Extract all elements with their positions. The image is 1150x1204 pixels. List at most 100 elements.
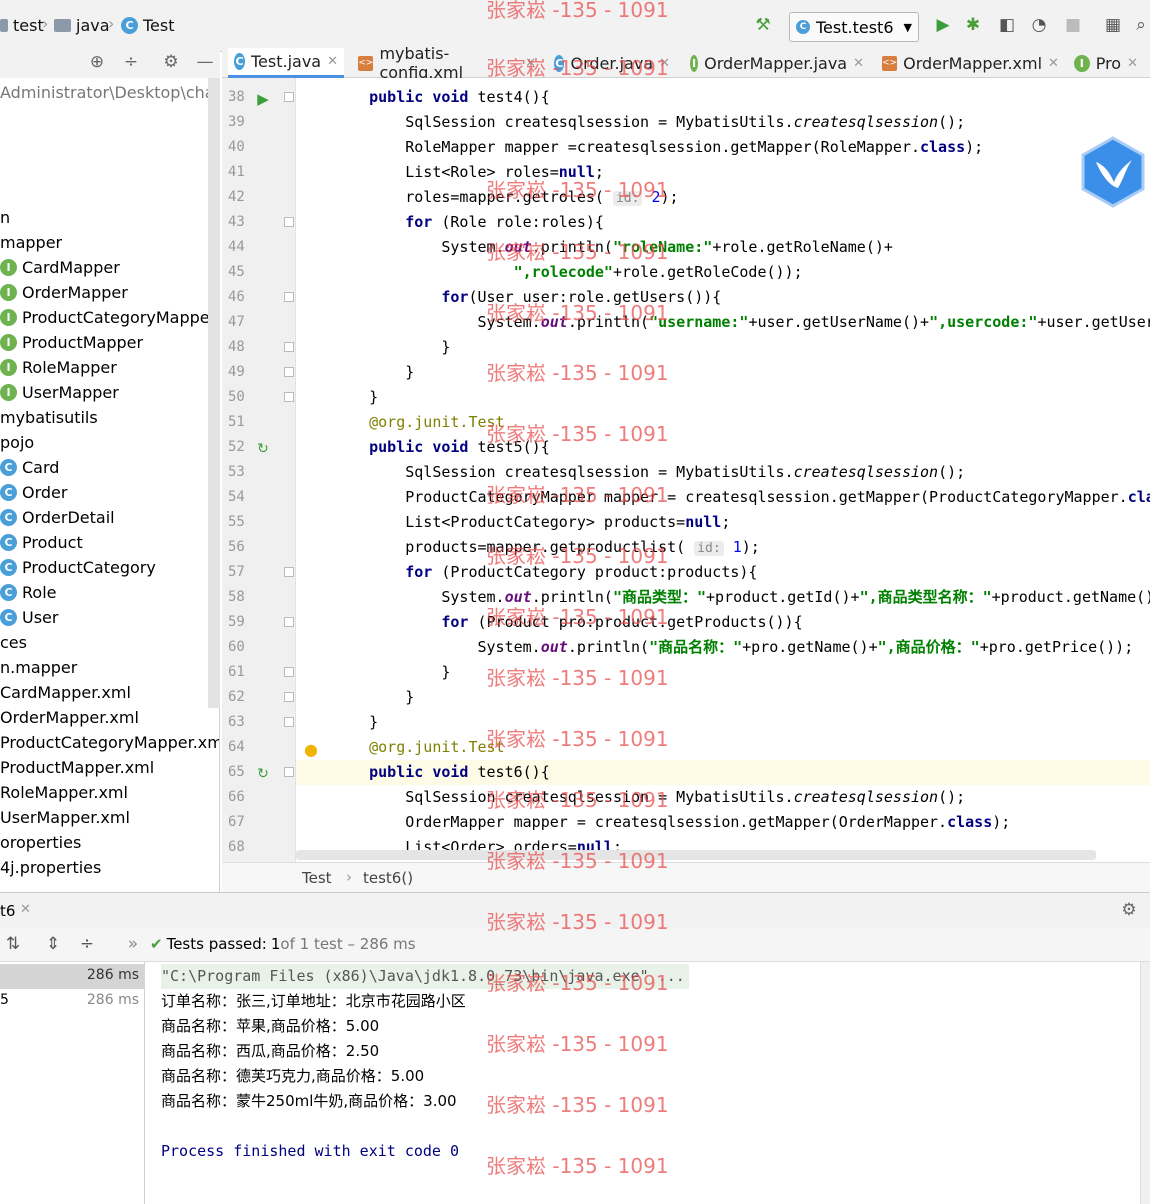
collapse-all-icon[interactable]: ÷ bbox=[76, 933, 98, 955]
code-token: ",usercode:" bbox=[929, 313, 1038, 331]
tree-item[interactable]: n bbox=[0, 205, 10, 230]
code-line: } bbox=[333, 335, 450, 360]
stop-icon[interactable]: ■ bbox=[1062, 14, 1084, 36]
tree-item[interactable]: oroperties bbox=[0, 830, 81, 855]
project-structure-icon[interactable]: ▦ bbox=[1102, 14, 1124, 36]
test-results-tree: 286 ms 5 286 ms bbox=[0, 962, 145, 1204]
code-token: "roleName:" bbox=[612, 238, 713, 256]
tree-item[interactable]: pojo bbox=[0, 430, 34, 455]
tree-item[interactable]: ces bbox=[0, 630, 27, 655]
collapse-all-icon[interactable]: ÷ bbox=[120, 51, 142, 73]
code-token: .println( bbox=[531, 588, 613, 606]
rerun-test-gutter-icon[interactable]: ↻ bbox=[254, 440, 272, 458]
tab-mybatis-config[interactable]: <> mybatis-config.xml ✕ bbox=[352, 44, 542, 82]
tree-item[interactable]: I RoleMapper bbox=[0, 355, 117, 380]
search-everywhere-icon[interactable]: ⌕ bbox=[1130, 14, 1150, 36]
fold-marker[interactable] bbox=[284, 292, 294, 302]
tree-item[interactable]: C Product bbox=[0, 530, 83, 555]
project-path: Administrator\Desktop\chat04 bbox=[0, 80, 219, 105]
tree-item[interactable]: I ProductCategoryMapper bbox=[0, 305, 216, 330]
rerun-test-gutter-icon[interactable]: ↻ bbox=[254, 765, 272, 783]
tree-item[interactable]: 4j.properties bbox=[0, 855, 101, 880]
editor-horizontal-scrollbar[interactable] bbox=[296, 850, 1096, 860]
fold-marker[interactable] bbox=[284, 617, 294, 627]
fold-marker[interactable] bbox=[284, 392, 294, 402]
console-scrollbar[interactable] bbox=[1140, 962, 1150, 1204]
tree-item[interactable]: I ProductMapper bbox=[0, 330, 143, 355]
nav-crumb-test[interactable]: test bbox=[0, 16, 44, 35]
line-number: 52 bbox=[228, 439, 245, 455]
tree-item[interactable]: OrderMapper.xml bbox=[0, 705, 139, 730]
fold-marker[interactable] bbox=[284, 717, 294, 727]
close-icon[interactable]: ✕ bbox=[1048, 56, 1059, 71]
expand-all-icon[interactable]: ⇕ bbox=[42, 933, 64, 955]
close-icon[interactable]: ✕ bbox=[20, 902, 31, 917]
fold-marker[interactable] bbox=[284, 692, 294, 702]
tab-pro[interactable]: I Pro ✕ bbox=[1068, 48, 1144, 78]
fold-marker[interactable] bbox=[284, 342, 294, 352]
code-token: createsqlsession bbox=[793, 463, 939, 481]
more-icon[interactable]: » bbox=[122, 933, 144, 955]
fold-marker[interactable] bbox=[284, 92, 294, 102]
bird-icon[interactable] bbox=[1080, 136, 1146, 208]
close-icon[interactable]: ✕ bbox=[525, 56, 536, 71]
tree-item[interactable]: ProductCategoryMapper.xml bbox=[0, 730, 219, 755]
tree-item[interactable]: C Card bbox=[0, 455, 59, 480]
tree-item[interactable]: C OrderDetail bbox=[0, 505, 115, 530]
run-icon[interactable]: ▶ bbox=[932, 14, 954, 36]
fold-marker[interactable] bbox=[284, 217, 294, 227]
tree-item[interactable]: C ProductCategory bbox=[0, 555, 156, 580]
close-icon[interactable]: ✕ bbox=[659, 56, 670, 71]
run-configuration-select[interactable]: C Test.test6 ▼ bbox=[789, 12, 919, 42]
close-icon[interactable]: ✕ bbox=[853, 56, 864, 71]
nav-crumb-test-class[interactable]: C Test bbox=[121, 16, 175, 35]
fold-marker[interactable] bbox=[284, 667, 294, 677]
nav-crumb-java[interactable]: java bbox=[54, 16, 110, 35]
tree-item[interactable]: I OrderMapper bbox=[0, 280, 128, 305]
tree-item[interactable]: UserMapper.xml bbox=[0, 805, 130, 830]
profile-icon[interactable]: ◔ bbox=[1028, 14, 1050, 36]
close-icon[interactable]: ✕ bbox=[327, 54, 338, 69]
tab-ordermapper-java[interactable]: I OrderMapper.java ✕ bbox=[684, 48, 870, 78]
test-tree-row[interactable]: 5 286 ms bbox=[0, 989, 145, 1014]
fold-marker[interactable] bbox=[284, 767, 294, 777]
breadcrumb-class[interactable]: Test bbox=[302, 869, 332, 887]
tab-test-java[interactable]: C Test.java ✕ bbox=[228, 48, 344, 78]
console-output[interactable]: "C:\Program Files (x86)\Java\jdk1.8.0_73… bbox=[145, 962, 1150, 1204]
test-tree-row[interactable]: 286 ms bbox=[0, 964, 145, 989]
breadcrumb-method[interactable]: test6() bbox=[363, 869, 413, 887]
debug-icon[interactable]: ✱ bbox=[962, 14, 984, 36]
coverage-icon[interactable]: ◧ bbox=[996, 14, 1018, 36]
tab-order-java[interactable]: C Order.java ✕ bbox=[548, 48, 676, 78]
code-line: System.out.println("roleName:"+role.getR… bbox=[333, 235, 893, 260]
close-icon[interactable]: ✕ bbox=[1127, 56, 1138, 71]
run-tab-label[interactable]: t6 bbox=[0, 902, 15, 920]
tree-item[interactable]: mapper bbox=[0, 230, 62, 255]
tree-item[interactable]: CardMapper.xml bbox=[0, 680, 131, 705]
class-icon: C bbox=[0, 609, 17, 626]
tree-item[interactable]: mybatisutils bbox=[0, 405, 98, 430]
project-scrollbar[interactable] bbox=[208, 78, 220, 708]
tree-item[interactable]: C User bbox=[0, 605, 58, 630]
fold-marker[interactable] bbox=[284, 367, 294, 377]
tree-item[interactable]: I CardMapper bbox=[0, 255, 120, 280]
tree-item[interactable]: n.mapper bbox=[0, 655, 77, 680]
lightbulb-icon[interactable]: ● bbox=[302, 740, 320, 759]
gear-icon[interactable]: ⚙ bbox=[160, 51, 182, 73]
run-test-gutter-icon[interactable]: ▶ bbox=[254, 90, 272, 108]
code-token: } bbox=[333, 363, 415, 381]
tree-item[interactable]: RoleMapper.xml bbox=[0, 780, 128, 805]
locate-target-icon[interactable]: ⊕ bbox=[86, 51, 108, 73]
tree-item[interactable]: C Role bbox=[0, 580, 56, 605]
tree-item[interactable]: ProductMapper.xml bbox=[0, 755, 154, 780]
code-editor[interactable]: 38 39 40 41 42 43 44 45 46 47 48 49 50 51 52 53 54 55 56 57… bbox=[222, 78, 1150, 862]
sort-icon[interactable]: ⇅ bbox=[2, 933, 24, 955]
fold-marker[interactable] bbox=[284, 567, 294, 577]
minimize-icon[interactable]: — bbox=[194, 51, 216, 73]
tab-ordermapper-xml[interactable]: <> OrderMapper.xml ✕ bbox=[876, 48, 1060, 78]
tree-item[interactable]: I UserMapper bbox=[0, 380, 119, 405]
code-token: ProductCategoryMapper mapper = createsql… bbox=[333, 488, 1128, 506]
tree-item[interactable]: C Order bbox=[0, 480, 67, 505]
build-hammer-icon[interactable]: ⚒ bbox=[752, 14, 774, 36]
gear-icon[interactable]: ⚙ bbox=[1118, 899, 1140, 921]
